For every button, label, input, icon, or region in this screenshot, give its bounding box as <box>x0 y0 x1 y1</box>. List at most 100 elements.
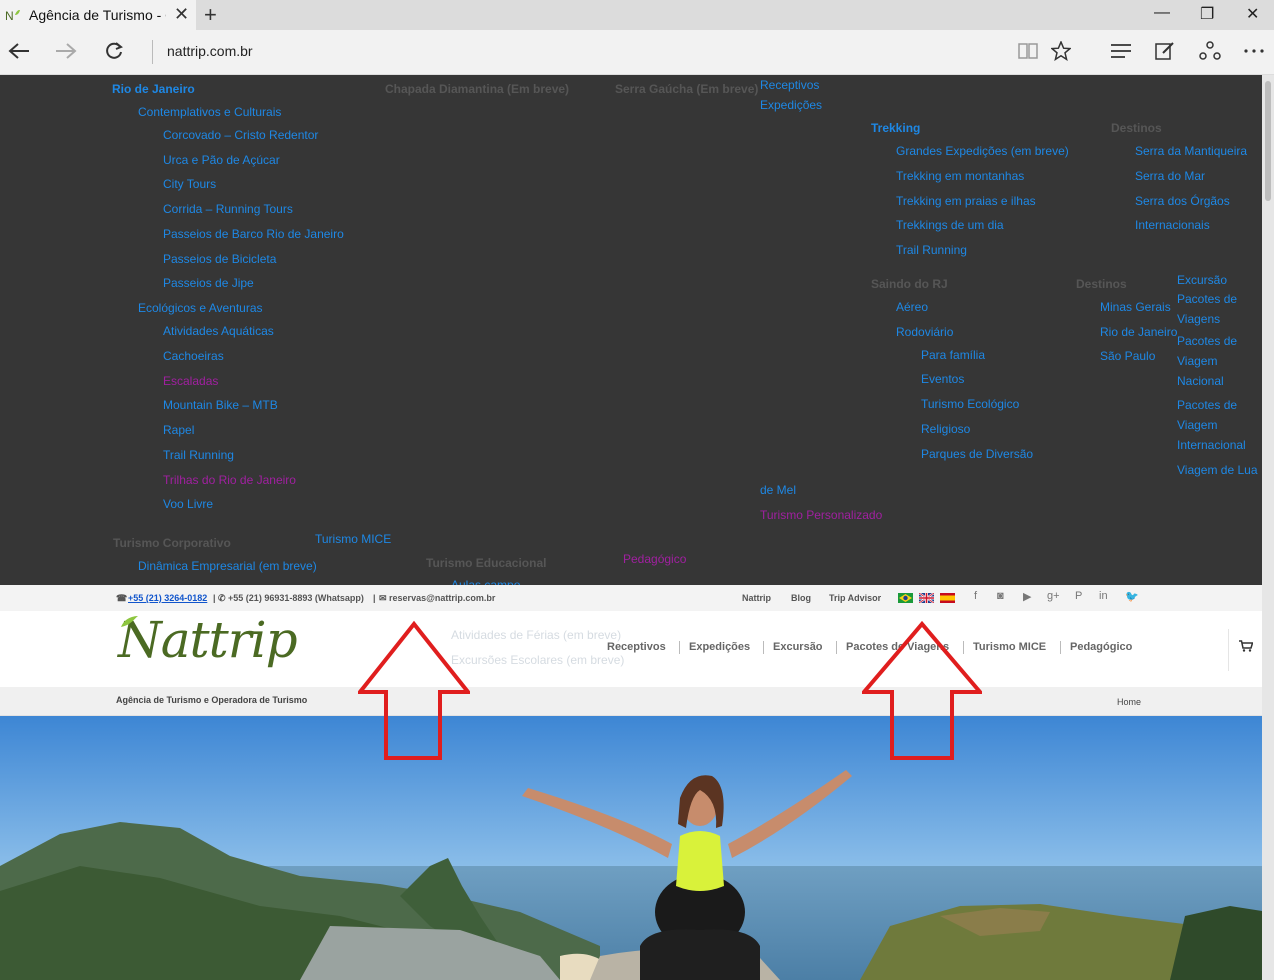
menu-item[interactable]: Internacionais <box>1135 218 1210 232</box>
phone-link[interactable]: +55 (21) 3264-0182 <box>128 593 207 603</box>
menu-item[interactable]: Corcovado – Cristo Redentor <box>163 128 318 142</box>
cart-button[interactable] <box>1228 629 1262 671</box>
menu-trekking[interactable]: Trekking <box>871 121 920 135</box>
menu-item[interactable]: Turismo Ecológico <box>921 397 1019 411</box>
google-plus-icon[interactable]: g+ <box>1047 590 1060 602</box>
menu-serra-gaucha[interactable]: Serra Gaúcha (Em breve) <box>615 82 758 96</box>
scroll-thumb[interactable] <box>1265 81 1271 201</box>
link-blog[interactable]: Blog <box>791 593 811 603</box>
brazil-flag-icon[interactable] <box>898 593 913 603</box>
menu-item[interactable]: Rio de Janeiro <box>1100 325 1177 339</box>
twitter-icon[interactable]: 🐦 <box>1125 590 1139 603</box>
menu-item[interactable]: Cachoeiras <box>163 349 224 363</box>
browser-tab[interactable]: N Agência de Turismo - O ✕ <box>0 0 196 30</box>
tab-close-icon[interactable]: ✕ <box>174 4 189 25</box>
linkedin-icon[interactable]: in <box>1099 590 1108 602</box>
menu-item[interactable]: Religioso <box>921 422 970 436</box>
menu-destinos[interactable]: Destinos <box>1076 277 1127 291</box>
menu-item[interactable]: Passeios de Jipe <box>163 276 254 290</box>
menu-expedicoes[interactable]: Expedições <box>760 98 822 112</box>
uk-flag-icon[interactable] <box>919 593 934 603</box>
youtube-icon[interactable]: ▶ <box>1023 590 1031 603</box>
favorite-star-icon[interactable] <box>1051 41 1071 61</box>
menu-item[interactable]: Minas Gerais <box>1100 300 1171 314</box>
nattrip-logo[interactable]: Nattrip <box>118 611 298 669</box>
menu-item[interactable]: Grandes Expedições (em breve) <box>896 144 1069 158</box>
facebook-icon[interactable]: f <box>974 590 977 602</box>
menu-item[interactable]: Corrida – Running Tours <box>163 202 293 216</box>
menu-item[interactable]: Rapel <box>163 423 194 437</box>
menu-aereo[interactable]: Aéreo <box>896 300 928 314</box>
reading-view-icon[interactable] <box>1018 42 1038 60</box>
menu-item[interactable]: Passeios de Bicicleta <box>163 252 276 266</box>
menu-turismo-personalizado[interactable]: Turismo Personalizado <box>760 508 882 522</box>
menu-item[interactable]: Para família <box>921 348 985 362</box>
menu-item[interactable]: Parques de Diversão <box>921 447 1033 461</box>
back-arrow-icon[interactable] <box>8 42 30 60</box>
menu-viagem-lua[interactable]: Viagem de Lua <box>1177 463 1258 477</box>
spain-flag-icon[interactable] <box>940 593 955 603</box>
menu-excursao[interactable]: Excursão <box>1177 273 1227 287</box>
menu-item[interactable]: City Tours <box>163 177 216 191</box>
menu-item-visited[interactable]: Trilhas do Rio de Janeiro <box>163 473 296 487</box>
pinterest-icon[interactable]: P <box>1075 590 1082 602</box>
menu-destinos[interactable]: Destinos <box>1111 121 1162 135</box>
menu-contemplativos[interactable]: Contemplativos e Culturais <box>138 105 281 119</box>
nav-turismo-mice[interactable]: Turismo MICE <box>973 641 1046 653</box>
page-scrollbar[interactable] <box>1262 75 1274 980</box>
menu-pacotes-viagens[interactable]: Pacotes de Viagens <box>1177 289 1261 329</box>
menu-item[interactable]: Dinâmica Empresarial (em breve) <box>138 559 317 573</box>
more-options-icon[interactable] <box>1244 49 1264 53</box>
nav-expedicoes[interactable]: Expedições <box>689 641 750 653</box>
address-bar[interactable]: nattrip.com.br <box>167 43 253 59</box>
menu-item[interactable]: Trekking em montanhas <box>896 169 1024 183</box>
menu-item[interactable]: Trail Running <box>896 243 967 257</box>
menu-ecologicos[interactable]: Ecológicos e Aventuras <box>138 301 263 315</box>
menu-pedagogico[interactable]: Pedagógico <box>623 552 686 566</box>
menu-item-visited[interactable]: Escaladas <box>163 374 218 388</box>
menu-pacotes-nacional[interactable]: Pacotes de Viagem Nacional <box>1177 331 1261 391</box>
refresh-icon[interactable] <box>104 41 124 61</box>
link-nattrip[interactable]: Nattrip <box>742 593 771 603</box>
close-window-button[interactable]: ✕ <box>1246 4 1259 24</box>
menu-item[interactable]: Eventos <box>921 372 964 386</box>
menu-pacotes-internacional[interactable]: Pacotes de Viagem Internacional <box>1177 395 1261 455</box>
nav-separator <box>1060 641 1061 654</box>
minimize-button[interactable]: — <box>1154 4 1170 22</box>
menu-item[interactable]: Voo Livre <box>163 497 213 511</box>
menu-item[interactable]: Serra do Mar <box>1135 169 1205 183</box>
menu-turismo-mice[interactable]: Turismo MICE <box>315 532 391 546</box>
nav-pedagogico[interactable]: Pedagógico <box>1070 641 1132 653</box>
menu-rio-de-janeiro[interactable]: Rio de Janeiro <box>112 82 195 96</box>
forward-arrow-icon[interactable] <box>55 42 77 60</box>
hub-icon[interactable] <box>1111 44 1131 58</box>
menu-item[interactable]: Mountain Bike – MTB <box>163 398 278 412</box>
menu-item[interactable]: São Paulo <box>1100 349 1155 363</box>
breadcrumb-home[interactable]: Home <box>1117 697 1141 707</box>
menu-item[interactable]: Passeios de Barco Rio de Janeiro <box>163 227 344 241</box>
email-address[interactable]: ✉ reservas@nattrip.com.br <box>379 593 495 604</box>
nav-receptivos[interactable]: Receptivos <box>607 641 666 653</box>
link-trip-advisor[interactable]: Trip Advisor <box>829 593 881 603</box>
nav-separator <box>763 641 764 654</box>
menu-turismo-educacional[interactable]: Turismo Educacional <box>426 556 546 570</box>
menu-item[interactable]: Atividades Aquáticas <box>163 324 274 338</box>
share-icon[interactable] <box>1199 41 1221 61</box>
menu-chapada[interactable]: Chapada Diamantina (Em breve) <box>385 82 569 96</box>
menu-item[interactable]: Urca e Pão de Açúcar <box>163 153 280 167</box>
maximize-button[interactable]: ❐ <box>1200 4 1214 24</box>
menu-de-mel[interactable]: de Mel <box>760 483 796 497</box>
menu-rodoviario[interactable]: Rodoviário <box>896 325 953 339</box>
menu-turismo-corporativo[interactable]: Turismo Corporativo <box>113 536 231 550</box>
menu-item[interactable]: Trekking em praias e ilhas <box>896 194 1036 208</box>
instagram-icon[interactable]: ◙ <box>997 590 1004 602</box>
new-tab-button[interactable]: + <box>204 2 217 28</box>
menu-item[interactable]: Serra dos Órgãos <box>1135 194 1230 208</box>
web-note-icon[interactable] <box>1155 41 1175 61</box>
menu-item[interactable]: Trekkings de um dia <box>896 218 1004 232</box>
menu-receptivos[interactable]: Receptivos <box>760 78 819 92</box>
nav-excursao[interactable]: Excursão <box>773 641 823 653</box>
menu-saindo-rj[interactable]: Saindo do RJ <box>871 277 948 291</box>
menu-item[interactable]: Trail Running <box>163 448 234 462</box>
menu-item[interactable]: Serra da Mantiqueira <box>1135 144 1247 158</box>
